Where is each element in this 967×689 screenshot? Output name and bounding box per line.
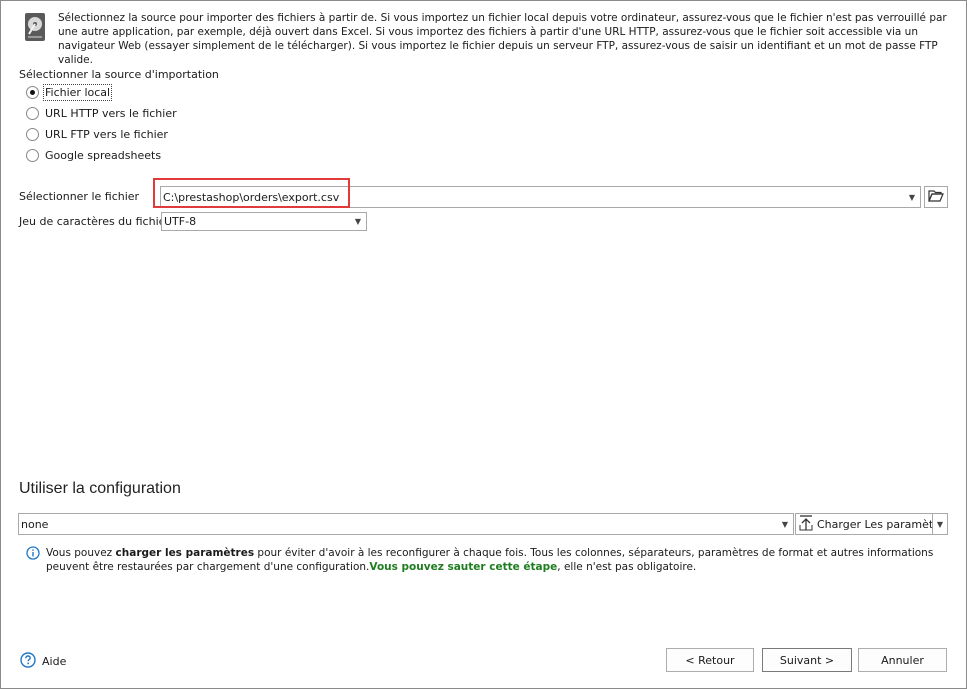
- chevron-down-icon[interactable]: ▼: [904, 187, 920, 207]
- radio-label: Fichier local: [42, 83, 113, 101]
- load-settings-main[interactable]: Charger Les paramètre: [796, 514, 932, 534]
- radio-button[interactable]: [26, 148, 39, 162]
- info-icon: [26, 546, 40, 560]
- back-button[interactable]: < Retour: [666, 648, 754, 672]
- file-path-highlight: [153, 178, 350, 208]
- radio-fichier-local[interactable]: Fichier local: [26, 83, 113, 101]
- radio-label: URL HTTP vers le fichier: [45, 106, 177, 120]
- charset-label: Jeu de caractères du fichier: [19, 215, 170, 228]
- hard-disk-icon: [24, 12, 46, 42]
- info-part1: Vous pouvez: [46, 547, 116, 559]
- intro-text: Sélectionnez la source pour importer des…: [58, 12, 947, 66]
- radio-button[interactable]: [26, 106, 39, 120]
- radio-label: URL FTP vers le fichier: [45, 127, 168, 141]
- config-value: none: [21, 517, 49, 531]
- info-text: Vous pouvez charger les paramètres pour …: [46, 546, 946, 574]
- cancel-button[interactable]: Annuler: [858, 648, 947, 672]
- browse-button[interactable]: [924, 186, 948, 208]
- help-label: Aide: [42, 655, 67, 668]
- radio-url-ftp[interactable]: URL FTP vers le fichier: [26, 126, 168, 142]
- chevron-down-icon[interactable]: ▼: [777, 514, 793, 534]
- info-part3: , elle n'est pas obligatoire.: [557, 561, 697, 573]
- load-settings-label: Charger Les paramètre: [817, 517, 932, 531]
- upload-icon: [799, 514, 813, 534]
- info-bold: charger les paramètres: [115, 547, 255, 559]
- wizard-window: [0, 0, 967, 689]
- info-skip-note: Vous pouvez sauter cette étape: [369, 561, 558, 573]
- radio-url-http[interactable]: URL HTTP vers le fichier: [26, 105, 177, 121]
- charset-combo[interactable]: UTF-8 ▼: [161, 212, 367, 231]
- source-label: Sélectionner la source d'importation: [19, 68, 219, 81]
- chevron-down-icon[interactable]: ▼: [350, 213, 366, 230]
- help-link[interactable]: Aide: [20, 652, 66, 671]
- file-label: Sélectionner le fichier: [19, 190, 140, 203]
- radio-google-spreadsheets[interactable]: Google spreadsheets: [26, 147, 161, 163]
- config-combo[interactable]: none ▼: [18, 513, 794, 535]
- radio-label: Google spreadsheets: [45, 148, 162, 162]
- config-title: Utiliser la configuration: [19, 480, 181, 497]
- radio-button[interactable]: [26, 85, 39, 99]
- charset-value: UTF-8: [164, 215, 197, 228]
- question-icon: [20, 652, 36, 671]
- chevron-down-icon[interactable]: ▼: [932, 514, 947, 534]
- radio-button[interactable]: [26, 127, 39, 141]
- load-settings-button[interactable]: Charger Les paramètre ▼: [795, 513, 948, 535]
- next-button[interactable]: Suivant >: [762, 648, 852, 672]
- folder-open-icon: [928, 189, 944, 206]
